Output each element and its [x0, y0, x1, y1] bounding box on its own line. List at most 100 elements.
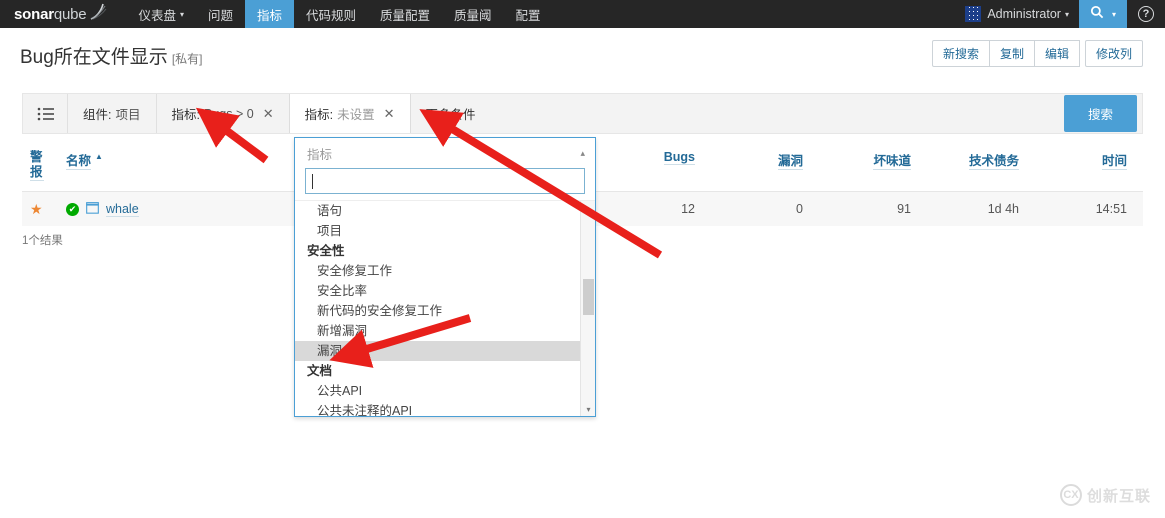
page-actions: 新搜索 复制 编辑 修改列 — [931, 40, 1143, 67]
global-search-button[interactable]: ▾ — [1078, 0, 1127, 28]
main-nav: 仪表盘 ▾ 问题 指标 代码规则 质量配置 质量阈 配置 — [126, 0, 552, 28]
column-header-label: 时间 — [1101, 150, 1127, 170]
scrollbar-thumb[interactable] — [583, 279, 594, 315]
popup-header[interactable]: 指标 ▴ — [295, 138, 595, 168]
logo-text-light: qube — [53, 5, 87, 23]
column-header-time[interactable]: 时间 — [1035, 140, 1143, 191]
edit-button[interactable]: 编辑 — [1033, 40, 1080, 67]
nav-item-label: 代码规则 — [306, 8, 357, 23]
column-header-label: 名称 — [66, 150, 92, 170]
nav-item-label: 质量阈 — [454, 8, 492, 23]
search-icon — [1090, 5, 1104, 24]
more-criteria-button[interactable]: 更多条件 — [411, 94, 491, 133]
sort-asc-icon: ▲ — [95, 152, 103, 161]
metric-option-vulnerabilities[interactable]: 漏洞 — [295, 341, 595, 361]
filter-chip-value: 未设置 — [337, 108, 375, 122]
navbar-right: Administrator ▾ ▾ ? — [955, 0, 1165, 28]
global-navbar: sonarqube 仪表盘 ▾ 问题 指标 代码规则 质量配置 质量阈 配置 A… — [0, 0, 1165, 28]
nav-item-label: 指标 — [256, 8, 282, 23]
watermark: CX 创新互联 — [1059, 484, 1151, 506]
close-icon[interactable]: ✕ — [263, 106, 274, 122]
help-icon: ? — [1138, 6, 1154, 22]
chevron-up-icon[interactable]: ▴ — [580, 148, 585, 159]
user-name: Administrator — [987, 7, 1061, 21]
column-header-alert[interactable]: 警报 — [22, 140, 54, 191]
column-header-label: Bugs — [663, 150, 695, 165]
logo-text-bold: sonar — [14, 5, 54, 23]
page-title-text: Bug所在文件显示 — [20, 47, 168, 68]
logo-wave-icon — [88, 3, 108, 26]
scroll-up-icon[interactable]: ▴ — [581, 201, 595, 215]
metric-group-security: 安全性 — [307, 244, 345, 258]
metric-select-popup: 指标 ▴ 语句 项目 安全性 安全修复工作 安全比率 新代码的安全修复工作 新增… — [294, 137, 596, 417]
page-title: Bug所在文件显示 [私有] — [20, 42, 202, 69]
nav-item-quality-profiles[interactable]: 质量配置 — [368, 0, 442, 28]
filter-chip-component[interactable]: 组件: 项目 — [67, 94, 156, 133]
filter-chip-key: 指标: — [171, 108, 200, 122]
row-debt-value: 1d 4h — [987, 202, 1019, 216]
nav-item-rules[interactable]: 代码规则 — [294, 0, 368, 28]
nav-item-label: 质量配置 — [380, 8, 431, 23]
popup-title: 指标 — [307, 147, 333, 162]
project-link[interactable]: whale — [106, 202, 139, 217]
result-count: 1个结果 — [22, 235, 63, 247]
filter-chip-metric-bugs[interactable]: 指标: Bugs > 0 ✕ — [155, 94, 289, 133]
nav-item-label: 配置 — [515, 8, 541, 23]
help-button[interactable]: ? — [1127, 0, 1165, 28]
filter-bar-spacer — [491, 94, 1064, 133]
filter-chip-metric-unset[interactable]: 指标: 未设置 ✕ — [288, 94, 411, 133]
metric-group-documentation: 文档 — [307, 364, 333, 378]
nav-item-issues[interactable]: 问题 — [196, 0, 245, 28]
chevron-down-icon: ▾ — [1111, 10, 1116, 19]
list-icon[interactable] — [23, 94, 67, 133]
column-header-code-smells[interactable]: 坏味道 — [819, 140, 927, 191]
edit-columns-button[interactable]: 修改列 — [1084, 40, 1143, 67]
metric-option-security-rating[interactable]: 安全比率 — [295, 281, 595, 301]
nav-item-administration[interactable]: 配置 — [504, 0, 553, 28]
search-button[interactable]: 搜索 — [1063, 95, 1137, 132]
filter-bar: 组件: 项目 指标: Bugs > 0 ✕ 指标: 未设置 ✕ 更多条件 搜索 — [22, 93, 1143, 134]
text-cursor — [312, 173, 313, 189]
column-header-label: 警报 — [30, 150, 44, 181]
nav-item-measures[interactable]: 指标 — [244, 0, 294, 28]
nav-item-quality-gates[interactable]: 质量阈 — [442, 0, 504, 28]
check-circle-icon: ✔ — [66, 202, 79, 216]
column-header-label: 坏味道 — [873, 150, 911, 170]
metric-option-new-security-remediation-effort[interactable]: 新代码的安全修复工作 — [295, 301, 595, 321]
copy-button[interactable]: 复制 — [988, 40, 1035, 67]
column-header-bugs[interactable]: Bugs — [603, 140, 711, 191]
column-header-label: 技术债务 — [968, 150, 1019, 170]
filter-chip-key: 组件: — [83, 108, 112, 122]
column-header-debt[interactable]: 技术债务 — [927, 140, 1035, 191]
chevron-down-icon: ▾ — [179, 10, 184, 19]
metric-option-new-vulnerabilities[interactable]: 新增漏洞 — [295, 321, 595, 341]
popup-scrollbar[interactable]: ▴ ▾ — [580, 201, 595, 416]
scroll-down-icon[interactable]: ▾ — [581, 402, 595, 416]
row-vulnerabilities-value: 0 — [796, 202, 803, 216]
metric-option-list: 语句 项目 安全性 安全修复工作 安全比率 新代码的安全修复工作 新增漏洞 漏洞… — [295, 200, 595, 416]
project-box-icon — [86, 201, 99, 217]
metric-option-statements[interactable]: 语句 — [295, 201, 595, 221]
new-search-button[interactable]: 新搜索 — [931, 40, 990, 67]
metric-option-security-remediation-effort[interactable]: 安全修复工作 — [295, 261, 595, 281]
chevron-down-icon: ▾ — [1064, 10, 1069, 19]
row-time-value: 14:51 — [1095, 202, 1127, 216]
nav-item-label: 问题 — [207, 8, 233, 23]
metric-option-public-undocumented-api[interactable]: 公共未注释的API — [295, 401, 595, 416]
nav-item-dashboard[interactable]: 仪表盘 ▾ — [126, 0, 196, 28]
filter-chip-value: 项目 — [115, 108, 141, 122]
metric-option-public-api[interactable]: 公共API — [295, 381, 595, 401]
metric-option-projects[interactable]: 项目 — [295, 221, 595, 241]
column-header-vulnerabilities[interactable]: 漏洞 — [711, 140, 819, 191]
page-visibility-badge: [私有] — [171, 52, 203, 66]
filter-chip-value: Bugs > 0 — [203, 106, 254, 121]
watermark-text: 创新互联 — [1086, 487, 1151, 505]
column-header-label: 漏洞 — [777, 150, 803, 170]
watermark-logo-icon: CX — [1059, 484, 1082, 506]
avatar — [965, 6, 982, 22]
user-menu[interactable]: Administrator ▾ — [955, 0, 1079, 28]
star-icon[interactable]: ★ — [30, 202, 43, 216]
sonarqube-logo[interactable]: sonarqube — [0, 0, 116, 28]
close-icon[interactable]: ✕ — [384, 106, 395, 122]
metric-search-input[interactable] — [305, 168, 585, 194]
